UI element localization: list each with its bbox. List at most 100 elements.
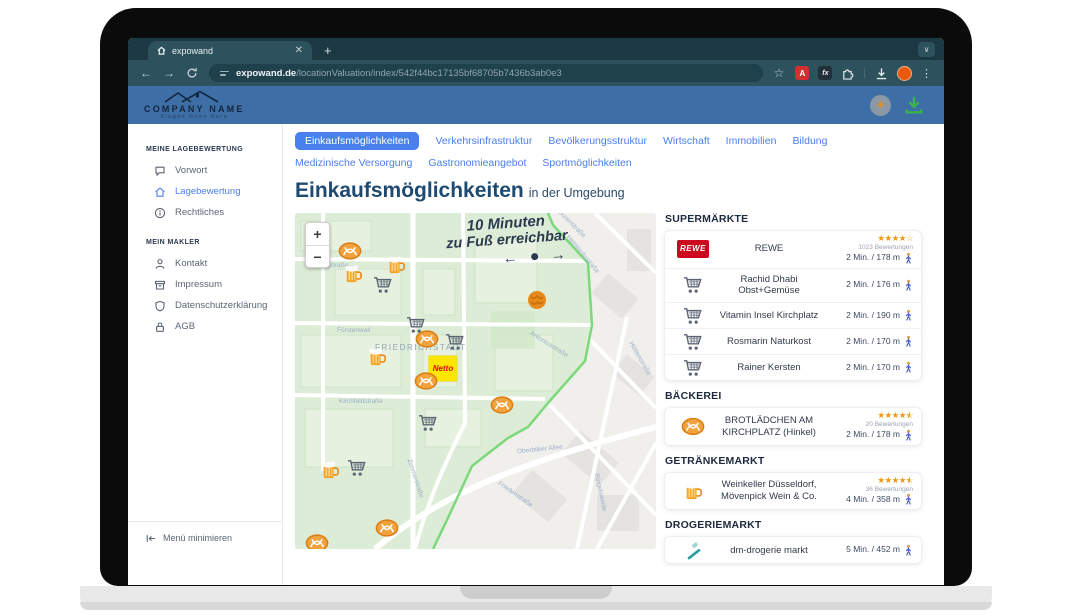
sidebar-item-vorwort[interactable]: Vorwort (128, 160, 282, 181)
new-tab-button[interactable]: + (324, 44, 332, 57)
sidebar-item-kontakt[interactable]: Kontakt (128, 253, 282, 274)
map-marker-pretzel[interactable] (415, 330, 439, 349)
browser-window: expowand ✕ + ∨ ← → expowand.de/locationV… (128, 38, 944, 585)
right-arrow-icon: → (550, 246, 566, 264)
place-row-rachid-dhabi-obst-gem-se[interactable]: Rachid Dhabi Obst+Gemüse2 Min. / 176 m (665, 268, 921, 303)
place-meta: 2 Min. / 170 m (825, 361, 913, 374)
sidebar-item-agb[interactable]: AGB (128, 316, 282, 337)
map[interactable]: + − 10 Minuten zu Fuß erreichbar ← → (295, 213, 656, 549)
place-name: Rosmarin Naturkost (713, 334, 825, 350)
tab-sportm-glichkeiten[interactable]: Sportmöglichkeiten (542, 157, 631, 169)
zoom-out-button[interactable]: − (306, 245, 329, 267)
place-row-rosmarin-naturkost[interactable]: Rosmarin Naturkost2 Min. / 170 m (665, 328, 921, 354)
sidebar-item-label: Lagebewertung (175, 186, 241, 197)
place-meta: ★★★★☆1023 Bewertungen2 Min. / 178 m (825, 234, 913, 265)
review-count: 20 Bewertungen (825, 421, 913, 429)
tab-medizinische-versorgung[interactable]: Medizinische Versorgung (295, 157, 412, 169)
review-count: 1023 Bewertungen (825, 244, 913, 252)
tab-gastronomieangebot[interactable]: Gastronomieangebot (428, 157, 526, 169)
company-slogan: Slogan Goes Here (160, 114, 228, 120)
walking-distance: 2 Min. / 178 m (825, 429, 913, 442)
tab-wirtschaft[interactable]: Wirtschaft (663, 135, 710, 147)
street-label-f-rstenwall: Fürstenwall (337, 327, 370, 334)
pdf-extension-icon[interactable]: A (795, 66, 809, 80)
results-panel: SUPERMÄRKTEREWEREWE★★★★☆1023 Bewertungen… (664, 213, 922, 573)
rooftops-icon (163, 90, 225, 103)
user-icon (154, 258, 166, 270)
forward-button[interactable]: → (163, 67, 175, 79)
sidebar-collapse-button[interactable]: Menü minimieren (128, 521, 282, 543)
app-header: COMPANY NAME Slogan Goes Here ☀ (128, 86, 944, 124)
place-row-vitamin-insel-kirchplatz[interactable]: Vitamin Insel Kirchplatz2 Min. / 190 m (665, 302, 921, 328)
tab-verkehrsinfrastruktur[interactable]: Verkehrsinfrastruktur (435, 135, 532, 147)
downloads-icon[interactable] (875, 67, 888, 80)
sidebar: MEINE LAGEBEWERTUNG Vorwort Lagebewertung R… (128, 124, 283, 585)
map-marker-cart[interactable] (418, 414, 438, 432)
left-arrow-icon: ← (502, 249, 518, 267)
sidebar-item-datenschutzerkl-rung[interactable]: Datenschutzerklärung (128, 295, 282, 316)
cart-icon (673, 307, 713, 325)
theme-toggle-button[interactable]: ☀ (870, 95, 891, 116)
bookmark-star-icon[interactable]: ☆ (774, 67, 785, 79)
company-name: COMPANY NAME (144, 104, 245, 114)
browser-tab[interactable]: expowand ✕ (148, 41, 312, 60)
info-icon (154, 207, 166, 219)
map-marker-beer[interactable] (368, 347, 386, 367)
walking-person-icon (904, 252, 913, 265)
browser-menu-icon[interactable]: ⋮ (921, 67, 932, 80)
fx-extension-icon[interactable]: fx (818, 66, 832, 80)
place-row-brotl-dchen-am-kirchplatz-hinkel[interactable]: BROTLÄDCHEN AM KIRCHPLATZ (Hinkel)★★★★☆★… (665, 408, 921, 445)
close-tab-icon[interactable]: ✕ (295, 46, 303, 56)
map-marker-cookie[interactable] (526, 290, 548, 310)
tab-search-button[interactable]: ∨ (918, 42, 935, 57)
beer-icon (673, 481, 713, 501)
place-name: BROTLÄDCHEN AM KIRCHPLATZ (Hinkel) (713, 413, 825, 441)
url-bar[interactable]: expowand.de/locationValuation/index/542f… (209, 64, 763, 82)
map-marker-pretzel[interactable] (490, 396, 514, 415)
place-row-rewe[interactable]: REWEREWE★★★★☆1023 Bewertungen2 Min. / 17… (665, 231, 921, 268)
place-row-rainer-kersten[interactable]: Rainer Kersten2 Min. / 170 m (665, 354, 921, 380)
map-marker-pretzel[interactable] (375, 519, 399, 538)
map-marker-pretzel[interactable] (338, 242, 362, 261)
laptop-notch (460, 586, 612, 599)
sidebar-item-rechtliches[interactable]: Rechtliches (128, 202, 282, 223)
map-marker-pretzel[interactable] (305, 534, 329, 550)
reload-button[interactable] (186, 67, 198, 79)
place-meta: 5 Min. / 452 m (825, 544, 913, 557)
tab-einkaufsm-glichkeiten[interactable]: Einkaufsmöglichkeiten (295, 132, 419, 150)
map-marker-beer[interactable] (387, 255, 405, 275)
sidebar-item-label: AGB (175, 321, 195, 332)
map-marker-beer[interactable] (344, 264, 362, 284)
sidebar-item-lagebewertung[interactable]: Lagebewertung (128, 181, 282, 202)
report-download-button[interactable] (904, 95, 924, 115)
company-logo: COMPANY NAME Slogan Goes Here (144, 90, 245, 120)
map-marker-beer[interactable] (321, 460, 339, 480)
profile-avatar[interactable] (897, 66, 912, 81)
main-content: Einkaufsmöglichkeiten Verkehrsinfrastrukt… (283, 124, 944, 585)
tab-bev-lkerungsstruktur[interactable]: Bevölkerungsstruktur (548, 135, 647, 147)
sidebar-item-label: Impressum (175, 279, 222, 290)
archive-icon (154, 279, 166, 291)
place-row-dm-drogerie-markt[interactable]: dm-drogerie markt5 Min. / 452 m (665, 537, 921, 563)
sidebar-section-title: MEINE LAGEBEWERTUNG (146, 146, 282, 153)
place-meta: ★★★★☆★20 Bewertungen2 Min. / 178 m (825, 411, 913, 442)
sidebar-item-label: Kontakt (175, 258, 207, 269)
star-rating: ★★★★☆★ (825, 411, 913, 421)
map-marker-pretzel[interactable] (414, 372, 438, 391)
sidebar-item-impressum[interactable]: Impressum (128, 274, 282, 295)
center-dot-icon (530, 253, 537, 260)
place-row-weinkeller-d-sseldorf-m-venpick-wein-co[interactable]: Weinkeller Düsseldorf, Mövenpick Wein & … (665, 473, 921, 510)
tab-immobilien[interactable]: Immobilien (726, 135, 777, 147)
map-marker-cart[interactable] (373, 276, 393, 294)
sidebar-nav: MEINE LAGEBEWERTUNG Vorwort Lagebewertung R… (128, 146, 282, 337)
extensions-puzzle-icon[interactable] (841, 67, 854, 80)
cart-icon (673, 359, 713, 377)
back-button[interactable]: ← (140, 67, 152, 79)
tab-bildung[interactable]: Bildung (792, 135, 827, 147)
map-marker-cart[interactable] (445, 333, 465, 351)
tab-title: expowand (172, 46, 289, 56)
site-settings-icon[interactable] (220, 71, 229, 76)
map-marker-cart[interactable] (347, 459, 367, 477)
zoom-in-button[interactable]: + (306, 223, 329, 245)
laptop-frame: expowand ✕ + ∨ ← → expowand.de/locationV… (100, 8, 972, 586)
